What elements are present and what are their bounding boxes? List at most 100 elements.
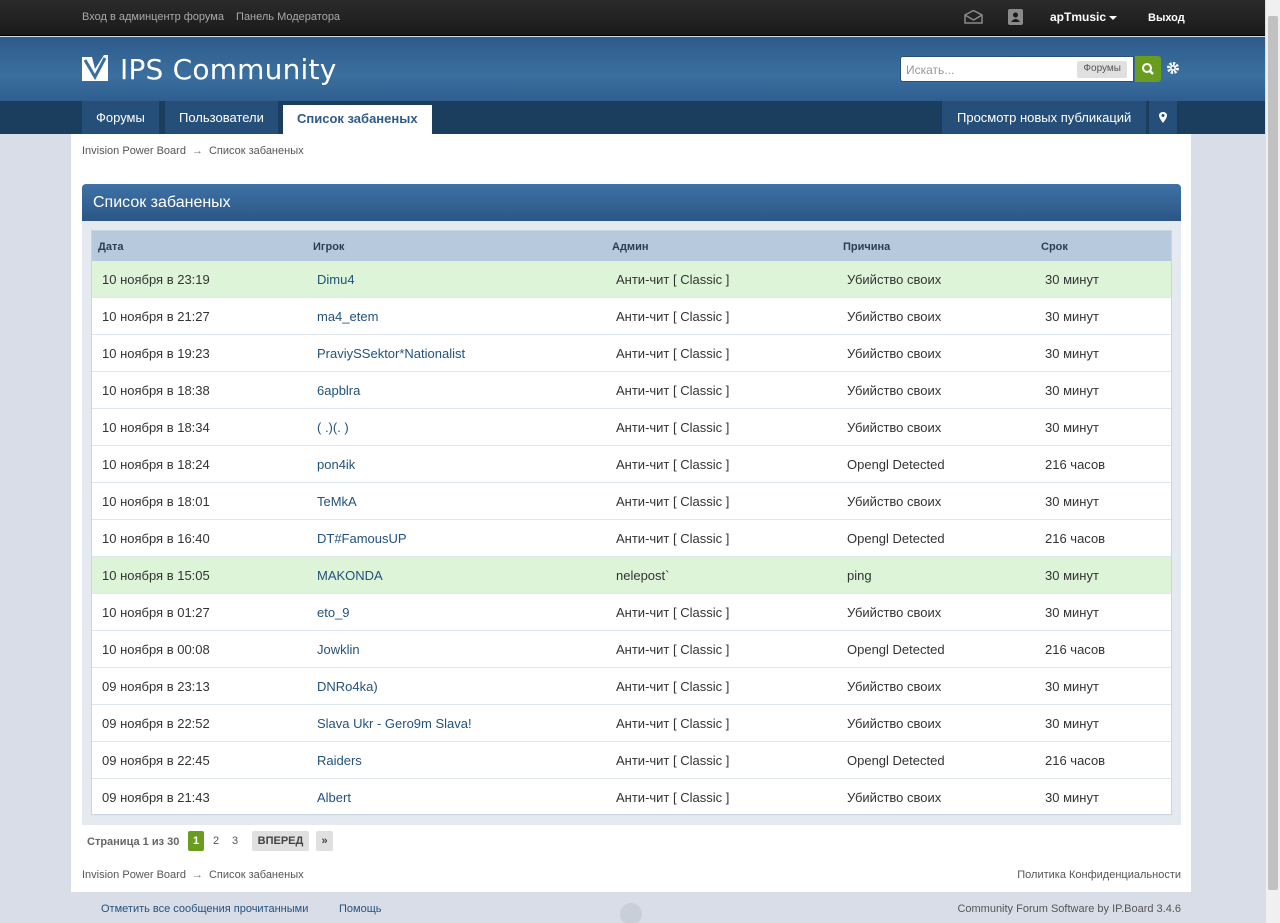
- cell-term: 30 минут: [1045, 420, 1099, 435]
- breadcrumb-root[interactable]: Invision Power Board: [82, 145, 186, 157]
- cell-term: 30 минут: [1045, 605, 1099, 620]
- last-page-button[interactable]: »: [316, 831, 333, 851]
- cell-player[interactable]: Jowklin: [317, 642, 360, 657]
- tab-banlist[interactable]: Список забаненых: [283, 105, 432, 134]
- scrollbar[interactable]: [1265, 0, 1280, 923]
- cell-term: 30 минут: [1045, 272, 1099, 287]
- search-button[interactable]: [1135, 56, 1161, 82]
- gear-icon[interactable]: [1166, 61, 1180, 75]
- table-row: 09 ноября в 23:13 DNRo4ka) Анти-чит [ Clas…: [92, 668, 1171, 705]
- content-area: Invision Power Board → Список забаненых Сп…: [71, 134, 1191, 892]
- page-current[interactable]: 1: [188, 831, 204, 851]
- main-nav: Форумы Пользователи Список забаненых Про…: [0, 101, 1265, 134]
- cell-reason: Opengl Detected: [847, 531, 945, 546]
- search-input[interactable]: Искать... Форумы: [900, 56, 1134, 82]
- pin-button[interactable]: [1149, 101, 1177, 134]
- cell-date: 10 ноября в 21:27: [102, 309, 210, 324]
- col-admin: Админ: [612, 241, 649, 253]
- site-title[interactable]: IPS Community: [120, 53, 336, 86]
- cell-reason: Убийство своих: [847, 605, 942, 620]
- search-scope-select[interactable]: Форумы: [1077, 61, 1127, 78]
- table-row: 10 ноября в 18:38 6apblra Анти-чит [ Class…: [92, 372, 1171, 409]
- cell-admin: Анти-чит [ Classic ]: [616, 790, 730, 805]
- cell-player[interactable]: Raiders: [317, 753, 362, 768]
- cell-date: 09 ноября в 22:52: [102, 716, 210, 731]
- logo-icon[interactable]: [82, 55, 108, 81]
- cell-player[interactable]: TeMkA: [317, 494, 357, 509]
- next-page-button[interactable]: ВПЕРЕД: [252, 831, 309, 851]
- cell-term: 30 минут: [1045, 309, 1099, 324]
- moderator-panel-link[interactable]: Панель Модератора: [236, 11, 340, 23]
- cell-term: 30 минут: [1045, 346, 1099, 361]
- footer: Отметить все сообщения прочитанными Помо…: [0, 892, 1265, 923]
- cell-term: 30 минут: [1045, 679, 1099, 694]
- cell-date: 09 ноября в 22:45: [102, 753, 210, 768]
- admin-cp-link[interactable]: Вход в админцентр форума: [82, 11, 224, 23]
- copyright-text[interactable]: Community Forum Software by IP.Board 3.4…: [957, 903, 1181, 915]
- cell-reason: Opengl Detected: [847, 457, 945, 472]
- back-to-top-button[interactable]: [620, 903, 642, 923]
- cell-reason: Убийство своих: [847, 272, 942, 287]
- cell-player[interactable]: Albert: [317, 790, 351, 805]
- logout-link[interactable]: Выход: [1148, 12, 1185, 24]
- cell-player[interactable]: PraviySSektor*Nationalist: [317, 346, 465, 361]
- cell-admin: Анти-чит [ Classic ]: [616, 346, 730, 361]
- cell-date: 10 ноября в 00:08: [102, 642, 210, 657]
- cell-admin: Анти-чит [ Classic ]: [616, 309, 730, 324]
- breadcrumb-current[interactable]: Список забаненых: [209, 869, 304, 881]
- cell-player[interactable]: pon4ik: [317, 457, 355, 472]
- table-row: 10 ноября в 19:23 PraviySSektor*Nationali…: [92, 335, 1171, 372]
- tab-members[interactable]: Пользователи: [165, 101, 278, 134]
- help-link[interactable]: Помощь: [339, 903, 382, 915]
- page-label: Страница 1 из 30: [87, 836, 180, 848]
- cell-reason: Убийство своих: [847, 494, 942, 509]
- cell-player[interactable]: ma4_etem: [317, 309, 378, 324]
- breadcrumb-root[interactable]: Invision Power Board: [82, 869, 186, 881]
- user-bar: Вход в админцентр форума Панель Модерато…: [0, 0, 1265, 36]
- username-menu[interactable]: apTmusic: [1050, 10, 1106, 24]
- cell-admin: Анти-чит [ Classic ]: [616, 457, 730, 472]
- cell-admin: Анти-чит [ Classic ]: [616, 679, 730, 694]
- cell-date: 10 ноября в 16:40: [102, 531, 210, 546]
- cell-player[interactable]: Dimu4: [317, 272, 355, 287]
- cell-reason: Убийство своих: [847, 383, 942, 398]
- cell-admin: Анти-чит [ Classic ]: [616, 494, 730, 509]
- notification-icon[interactable]: [1008, 9, 1023, 25]
- table-row: 10 ноября в 23:19 Dimu4 Анти-чит [ Classic…: [92, 261, 1171, 298]
- breadcrumb-current[interactable]: Список забаненых: [209, 145, 304, 157]
- cell-player[interactable]: MAKONDA: [317, 568, 383, 583]
- privacy-policy-link[interactable]: Политика Конфиденциальности: [1017, 869, 1181, 881]
- cell-player[interactable]: eto_9: [317, 605, 350, 620]
- page-link[interactable]: 2: [211, 831, 221, 851]
- cell-reason: Убийство своих: [847, 790, 942, 805]
- tab-forums[interactable]: Форумы: [82, 101, 159, 134]
- table-header: Дата Игрок Админ Причина Срок: [92, 231, 1171, 261]
- cell-player[interactable]: Slava Ukr - Gero9m Slava!: [317, 716, 472, 731]
- cell-player[interactable]: DNRo4ka): [317, 679, 378, 694]
- cell-date: 10 ноября в 18:38: [102, 383, 210, 398]
- cell-admin: Анти-чит [ Classic ]: [616, 605, 730, 620]
- col-player: Игрок: [313, 241, 345, 253]
- cell-term: 216 часов: [1045, 531, 1106, 546]
- table-row: 10 ноября в 00:08 Jowklin Анти-чит [ Class…: [92, 631, 1171, 668]
- cell-reason: Opengl Detected: [847, 753, 945, 768]
- cell-date: 09 ноября в 23:13: [102, 679, 210, 694]
- cell-admin: Анти-чит [ Classic ]: [616, 642, 730, 657]
- location-pin-icon: [1159, 112, 1167, 123]
- cell-date: 10 ноября в 18:34: [102, 420, 210, 435]
- table-row: 10 ноября в 16:40 DT#FamousUP Анти-чит [ C…: [92, 520, 1171, 557]
- mark-all-read-link[interactable]: Отметить все сообщения прочитанными: [101, 903, 308, 915]
- cell-date: 10 ноября в 15:05: [102, 568, 210, 583]
- cell-player[interactable]: 6apblra: [317, 383, 360, 398]
- cell-player[interactable]: ( .)(. ): [317, 420, 349, 435]
- chevron-down-icon[interactable]: [1109, 16, 1117, 20]
- cell-player[interactable]: DT#FamousUP: [317, 531, 407, 546]
- scrollbar-thumb[interactable]: [1268, 16, 1278, 890]
- cell-term: 30 минут: [1045, 568, 1099, 583]
- page-link[interactable]: 3: [230, 831, 240, 851]
- view-new-posts-button[interactable]: Просмотр новых публикаций: [942, 101, 1147, 134]
- cell-reason: Убийство своих: [847, 716, 942, 731]
- breadcrumb-arrow-icon: →: [191, 145, 203, 157]
- branding-header: IPS Community Искать... Форумы: [0, 37, 1265, 101]
- mail-icon[interactable]: [964, 10, 983, 24]
